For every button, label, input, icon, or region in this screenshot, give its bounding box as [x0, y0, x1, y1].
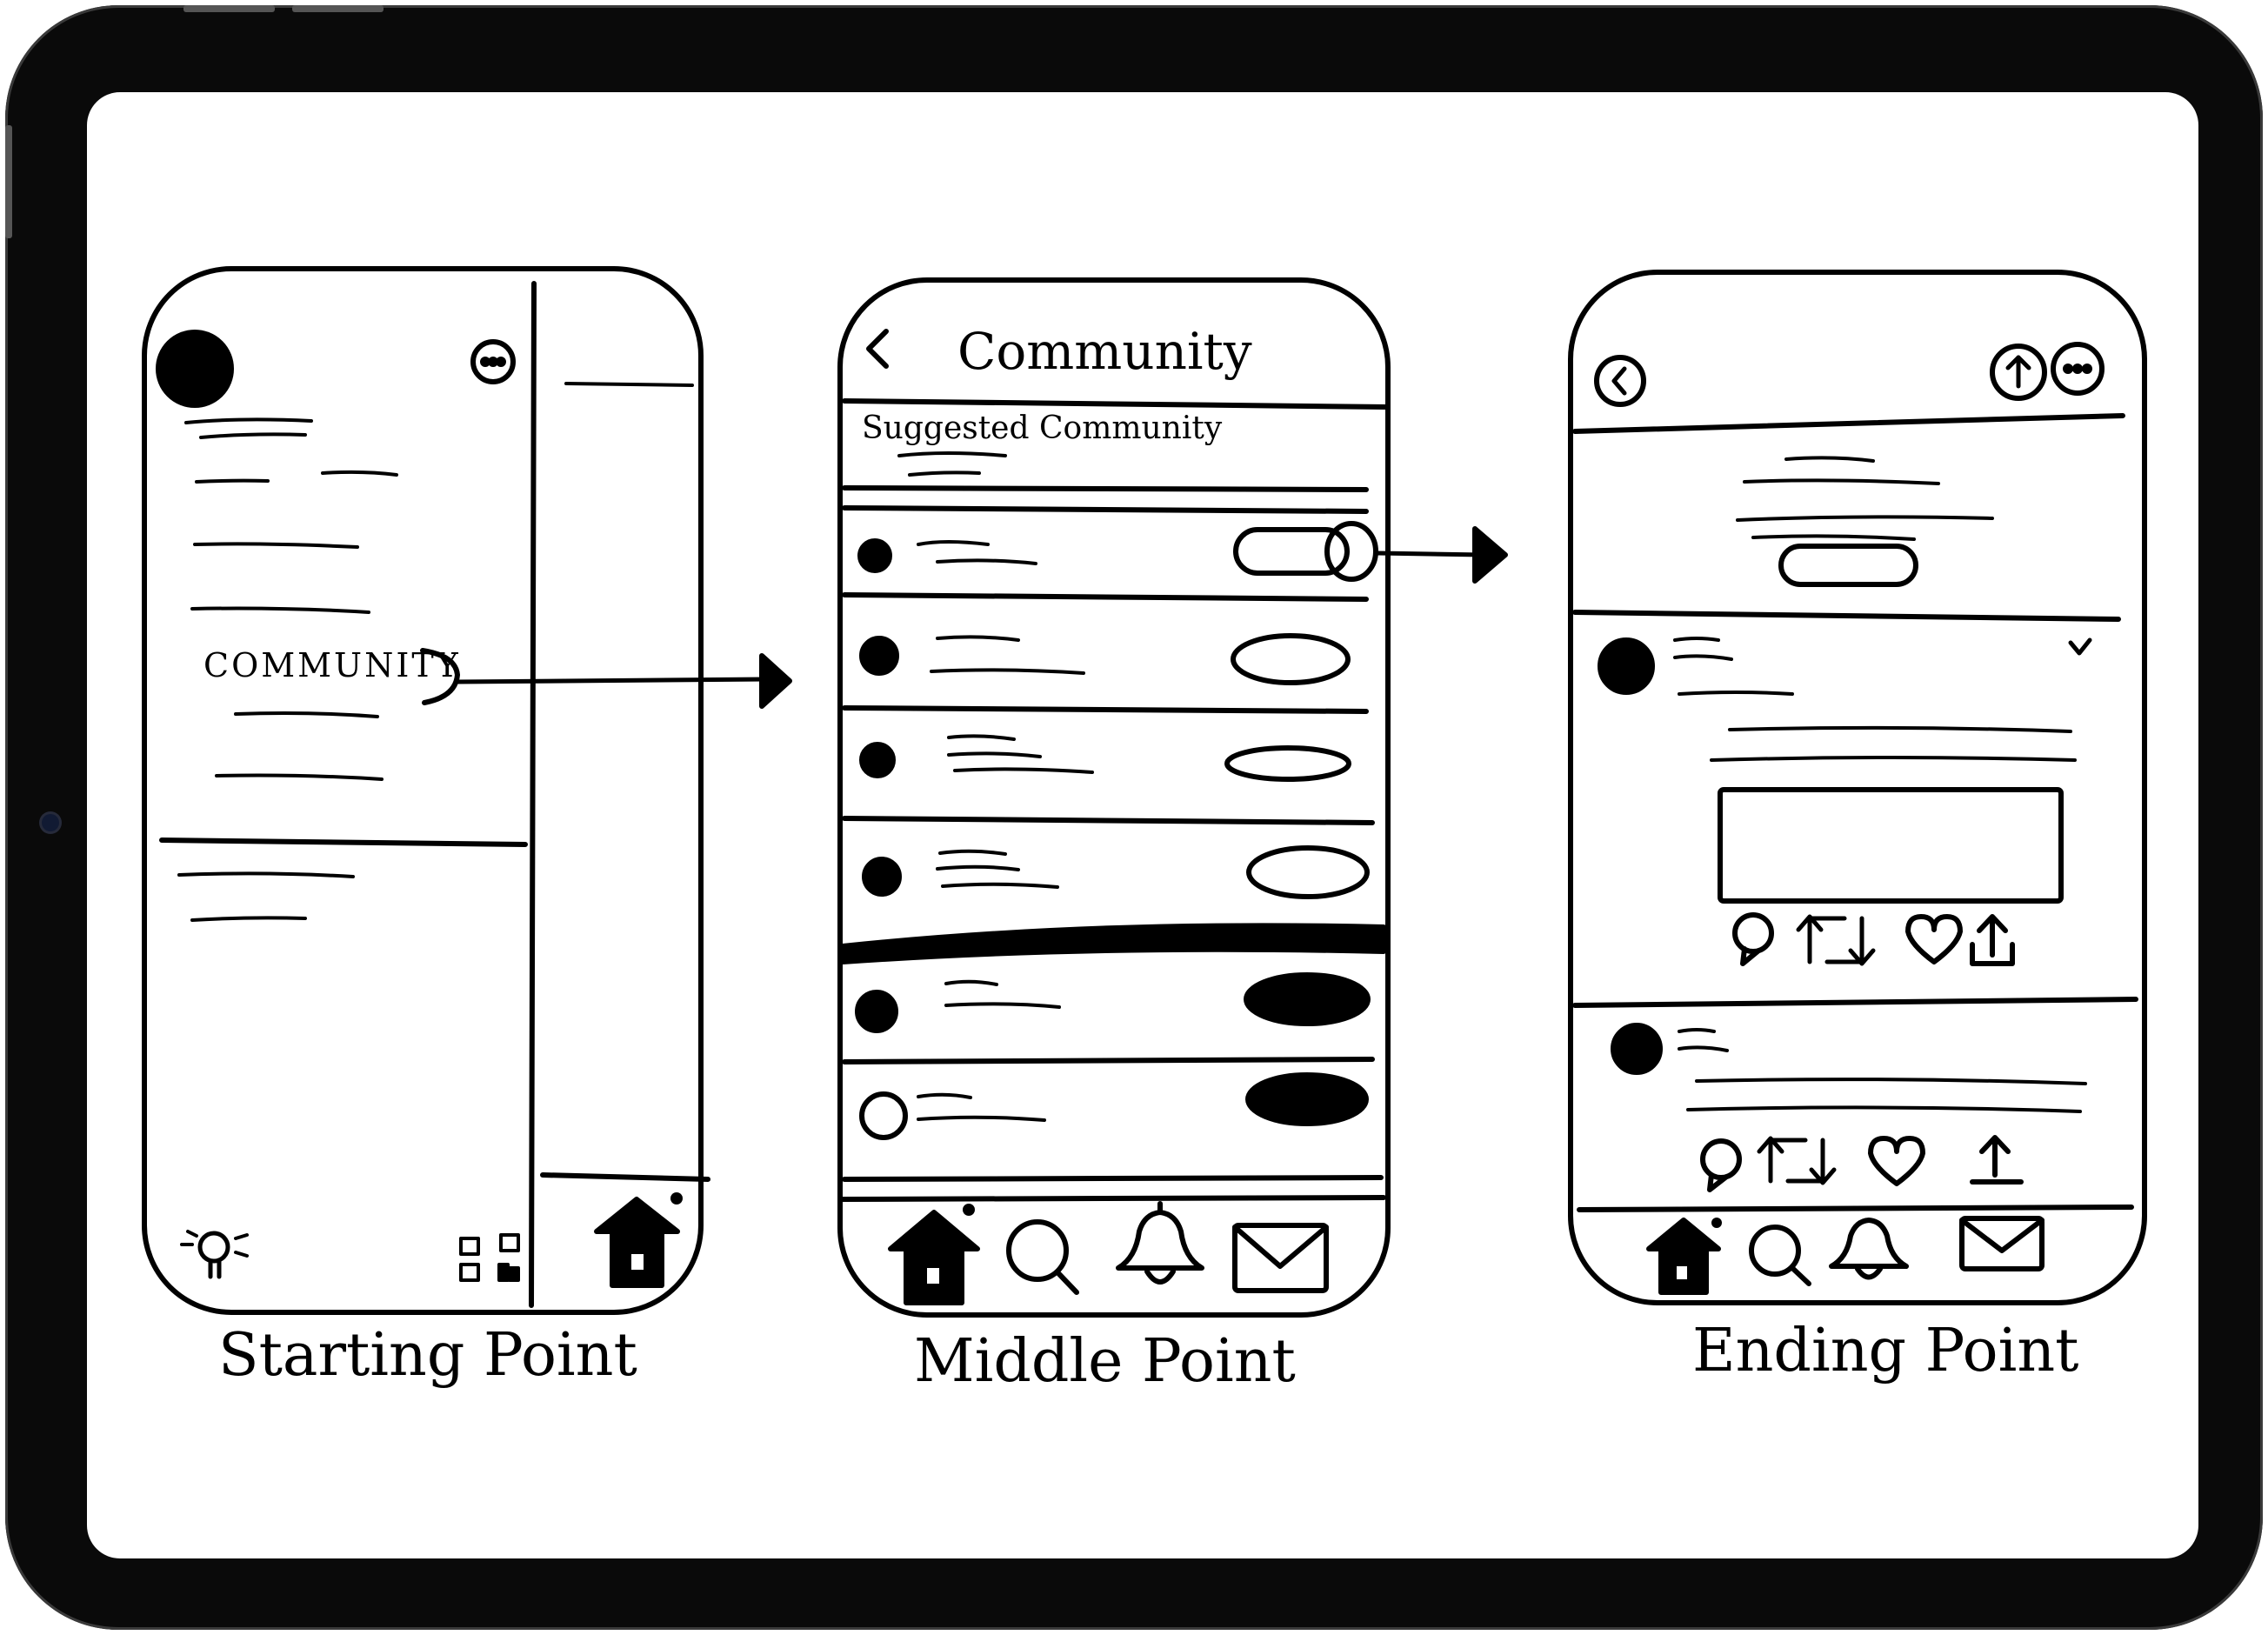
- tablet-frame: COMMUNITY Starting Point Community Sugge…: [5, 5, 2263, 1630]
- tab-divider: [1577, 1205, 2134, 1212]
- section-separator: [840, 923, 1386, 964]
- search-icon[interactable]: [1749, 1225, 1811, 1286]
- tab-underline: [897, 451, 1007, 457]
- phone-outline: [142, 266, 704, 1315]
- section-divider: [842, 485, 1369, 492]
- join-button[interactable]: [1224, 745, 1351, 782]
- section-divider: [1572, 610, 2121, 622]
- qr-code-icon[interactable]: [459, 1233, 520, 1282]
- community-avatar: [859, 1091, 908, 1140]
- front-camera: [42, 814, 59, 831]
- post-avatar: [1598, 637, 1655, 695]
- join-button[interactable]: [1231, 633, 1351, 685]
- retweet-icon[interactable]: [1757, 1136, 1837, 1185]
- row-divider: [842, 505, 1369, 514]
- joined-button[interactable]: [1244, 972, 1371, 1026]
- mail-icon[interactable]: [1959, 1216, 2045, 1271]
- flow-arrow-line: [455, 677, 769, 684]
- post-media[interactable]: [1718, 787, 2064, 904]
- volume-button: [183, 5, 275, 12]
- back-icon[interactable]: [866, 329, 889, 369]
- list-item[interactable]: [862, 845, 1370, 899]
- list-item[interactable]: [855, 972, 1371, 1033]
- tab-divider: [540, 1172, 710, 1182]
- community-avatar: [859, 742, 896, 778]
- upload-icon[interactable]: [1970, 1135, 2024, 1185]
- flow-arrow-line: [1375, 551, 1486, 557]
- section-divider: [159, 838, 528, 847]
- row-divider: [842, 1057, 1375, 1064]
- home-icon[interactable]: [1646, 1218, 1722, 1295]
- list-item[interactable]: [859, 734, 1351, 782]
- reply-icon[interactable]: [1732, 912, 1774, 966]
- community-avatar: [855, 990, 898, 1033]
- notification-dot: [670, 1192, 683, 1205]
- join-button[interactable]: [1246, 845, 1370, 899]
- menu-lines: [184, 417, 398, 781]
- more-options-icon[interactable]: [470, 339, 516, 384]
- post-avatar: [1611, 1023, 1663, 1075]
- chevron-down-icon[interactable]: [2068, 637, 2092, 656]
- joined-pill[interactable]: [1778, 544, 1918, 587]
- search-icon[interactable]: [1006, 1219, 1079, 1295]
- row-divider: [842, 592, 1369, 602]
- lightbulb-icon[interactable]: [180, 1230, 249, 1279]
- caption-middle-point: Middle Point: [914, 1327, 1296, 1396]
- community-avatar: [862, 857, 902, 897]
- tab-divider: [840, 1195, 1386, 1202]
- lower-lines: [177, 871, 355, 922]
- post-item[interactable]: [1598, 637, 2092, 966]
- retweet-icon[interactable]: [1796, 914, 1876, 966]
- upload-icon[interactable]: [1970, 914, 2015, 966]
- back-icon[interactable]: [1594, 355, 1646, 407]
- power-button: [292, 5, 384, 12]
- tab-underline: [908, 470, 981, 477]
- panel-divider: [529, 281, 537, 1308]
- header-divider: [1572, 413, 2125, 434]
- list-item[interactable]: [859, 633, 1351, 685]
- mail-icon[interactable]: [1232, 1223, 1329, 1293]
- list-item[interactable]: [857, 521, 1378, 582]
- community-avatar: [859, 636, 899, 676]
- share-icon[interactable]: [1990, 344, 2047, 401]
- ending-point-phone: Ending Point: [1568, 270, 2147, 1385]
- community-header-lines: [1736, 456, 1994, 541]
- community-avatar: [857, 538, 892, 573]
- starting-point-phone: COMMUNITY Starting Point: [142, 266, 792, 1390]
- tablet-screen: COMMUNITY Starting Point Community Sugge…: [87, 92, 2198, 1558]
- post-item[interactable]: [1611, 1023, 2087, 1192]
- more-options-icon[interactable]: [2051, 342, 2105, 396]
- row-divider: [842, 1175, 1384, 1182]
- text-line: [564, 382, 694, 387]
- caption-ending-point: Ending Point: [1692, 1317, 2078, 1385]
- home-icon[interactable]: [594, 1192, 683, 1288]
- header-divider: [842, 398, 1391, 410]
- wireframe-sketch: COMMUNITY Starting Point Community Sugge…: [142, 266, 2147, 1396]
- joined-button[interactable]: [1245, 1072, 1369, 1126]
- row-divider: [842, 816, 1375, 825]
- post-divider: [1572, 997, 2138, 1008]
- like-icon[interactable]: [1868, 1136, 1925, 1186]
- bell-icon[interactable]: [1116, 1201, 1204, 1285]
- screen-title: Community: [957, 322, 1252, 381]
- bell-icon[interactable]: [1829, 1218, 1909, 1280]
- caption-starting-point: Starting Point: [218, 1321, 637, 1390]
- side-button: [5, 125, 12, 238]
- home-icon[interactable]: [888, 1204, 980, 1305]
- flow-arrow-head: [1472, 526, 1508, 584]
- flow-arrow-head: [759, 653, 792, 709]
- notification-dot: [963, 1204, 975, 1216]
- reply-icon[interactable]: [1700, 1138, 1742, 1192]
- touch-indicator: [1324, 521, 1378, 582]
- suggested-community-tab[interactable]: Suggested Community: [862, 410, 1223, 446]
- middle-point-phone: Community Suggested Community Middle Poi…: [837, 277, 1508, 1396]
- notification-dot: [1711, 1218, 1722, 1228]
- row-divider: [842, 705, 1369, 714]
- like-icon[interactable]: [1905, 914, 1963, 964]
- avatar[interactable]: [156, 330, 234, 408]
- list-item[interactable]: [859, 1072, 1369, 1140]
